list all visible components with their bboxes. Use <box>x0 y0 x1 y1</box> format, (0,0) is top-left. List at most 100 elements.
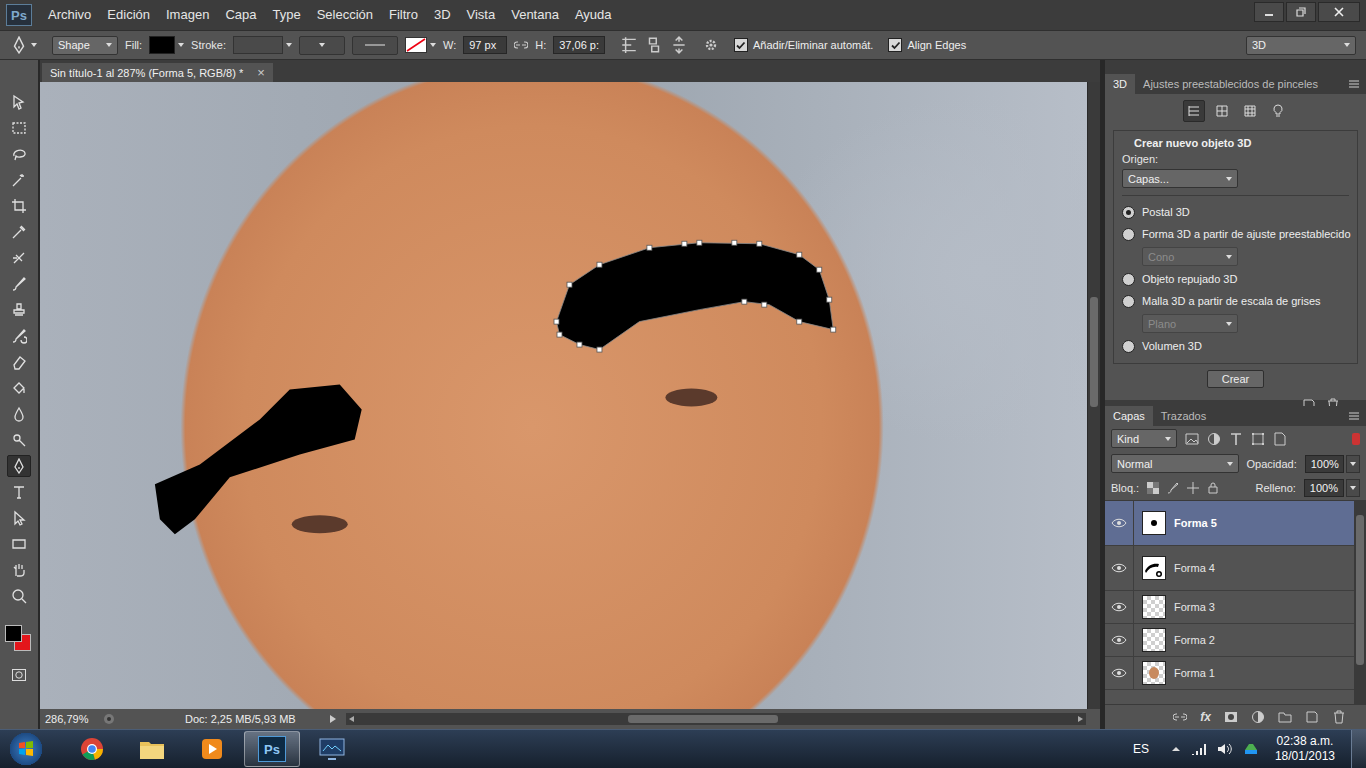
anchor-point[interactable] <box>557 332 562 337</box>
path-alignment-icon[interactable] <box>645 36 663 54</box>
radio-option[interactable]: Objeto repujado 3D <box>1122 270 1349 288</box>
panel-tab[interactable]: Ajustes preestablecidos de pinceles <box>1135 74 1326 94</box>
layer-name[interactable]: Forma 2 <box>1174 634 1215 646</box>
layer-row[interactable]: Forma 1 <box>1105 657 1354 690</box>
radio-button[interactable] <box>1122 228 1135 241</box>
radio-button[interactable] <box>1122 273 1135 286</box>
media-taskbar-button[interactable] <box>184 731 240 767</box>
menu-item[interactable]: 3D <box>426 0 459 30</box>
anchor-point[interactable] <box>697 240 702 245</box>
panel-tab[interactable]: Trazados <box>1153 406 1214 426</box>
fill-swatch[interactable] <box>149 36 184 54</box>
path-operations-icon[interactable] <box>620 36 638 54</box>
origin-select[interactable]: Capas... <box>1122 169 1238 188</box>
opacity-slider-button[interactable] <box>1346 455 1360 473</box>
anchor-point[interactable] <box>732 240 737 245</box>
layer-row[interactable]: Forma 3 <box>1105 591 1354 624</box>
show-hidden-icons-icon[interactable] <box>1171 744 1181 754</box>
3d-mode-button[interactable] <box>1267 100 1289 122</box>
tool-button[interactable] <box>7 247 31 269</box>
vertical-scrollbar[interactable] <box>1087 82 1100 709</box>
visibility-toggle[interactable] <box>1105 501 1134 545</box>
fill-slider-button[interactable] <box>1346 479 1360 497</box>
radio-option[interactable]: Forma 3D a partir de ajuste preestableci… <box>1122 225 1349 243</box>
minimize-button[interactable] <box>1254 2 1284 22</box>
tool-button[interactable] <box>7 169 31 191</box>
filter-kind-select[interactable]: Kind <box>1111 429 1177 448</box>
restore-button[interactable] <box>1286 2 1316 22</box>
layer-style-button[interactable]: fx <box>1200 710 1211 724</box>
radio-button[interactable] <box>1122 295 1135 308</box>
anchor-point[interactable] <box>797 319 802 324</box>
menu-item[interactable]: Capa <box>217 0 264 30</box>
tool-button[interactable] <box>7 507 31 529</box>
scroll-left-icon[interactable] <box>349 716 354 722</box>
tool-button[interactable] <box>7 377 31 399</box>
layer-row[interactable]: Forma 2 <box>1105 624 1354 657</box>
status-menu-icon[interactable] <box>330 715 336 723</box>
horizontal-scrollbar[interactable] <box>346 713 1086 725</box>
clock[interactable]: 02:38 a.m.18/01/2013 <box>1269 734 1341 764</box>
anchor-point[interactable] <box>597 262 602 267</box>
3d-mode-button[interactable] <box>1211 100 1233 122</box>
option-checkbox[interactable]: Añadir/Eliminar automát. <box>734 38 873 52</box>
radio-button[interactable] <box>1122 340 1135 353</box>
3d-mode-button[interactable] <box>1239 100 1261 122</box>
radio-option[interactable]: Postal 3D <box>1122 203 1349 221</box>
tool-button[interactable] <box>7 273 31 295</box>
signal-icon[interactable] <box>1191 742 1207 756</box>
height-field[interactable]: 37,06 p: <box>553 36 605 54</box>
layers-scrollbar[interactable] <box>1354 501 1366 704</box>
anchor-point[interactable] <box>797 252 802 257</box>
anchor-point[interactable] <box>577 342 582 347</box>
stroke-swatch[interactable] <box>233 36 292 54</box>
tool-button[interactable] <box>7 299 31 321</box>
panel-menu-icon[interactable] <box>1348 79 1360 89</box>
tool-button[interactable] <box>7 195 31 217</box>
shape-filter-icon[interactable] <box>1251 432 1265 446</box>
eyebrow-shape[interactable] <box>557 243 834 350</box>
photoshop-taskbar-button[interactable]: Ps <box>244 731 300 767</box>
stroke-width-select[interactable] <box>299 36 345 55</box>
monitor-taskbar-button[interactable] <box>304 731 360 767</box>
radio-button[interactable] <box>1122 206 1135 219</box>
menu-item[interactable]: Archivo <box>40 0 99 30</box>
trash-icon[interactable] <box>1332 710 1346 724</box>
visibility-toggle[interactable] <box>1105 657 1134 689</box>
start-button[interactable] <box>6 731 46 767</box>
anchor-point[interactable] <box>682 241 687 246</box>
anchor-point[interactable] <box>827 297 832 302</box>
close-tab-button[interactable]: × <box>257 66 265 79</box>
tool-button[interactable] <box>7 585 31 607</box>
checkbox-box[interactable] <box>734 38 748 52</box>
visibility-toggle[interactable] <box>1105 546 1134 590</box>
document-tab[interactable]: Sin título-1 al 287% (Forma 5, RGB/8) *× <box>42 63 273 82</box>
close-button[interactable] <box>1318 2 1360 22</box>
drive-icon[interactable] <box>1243 742 1259 756</box>
canvas[interactable] <box>40 82 1087 709</box>
language-indicator[interactable]: ES <box>1133 742 1149 756</box>
tool-mode-select[interactable]: Shape <box>52 36 118 55</box>
radio-option[interactable]: Volumen 3D <box>1122 337 1349 355</box>
tool-button[interactable] <box>7 455 31 477</box>
path-arrangement-icon[interactable] <box>670 36 688 54</box>
foreground-color-swatch[interactable] <box>5 625 22 642</box>
blend-mode-select[interactable]: Normal <box>1111 454 1239 473</box>
tool-button[interactable] <box>7 143 31 165</box>
layer-name[interactable]: Forma 1 <box>1174 667 1215 679</box>
tool-button[interactable] <box>7 559 31 581</box>
tool-button[interactable] <box>7 91 31 113</box>
group-folder-icon[interactable] <box>1278 710 1292 724</box>
link-icon[interactable] <box>514 38 528 52</box>
scroll-thumb[interactable] <box>1356 515 1364 665</box>
folder-taskbar-button[interactable] <box>124 731 180 767</box>
lock-position-icon[interactable] <box>1187 482 1199 494</box>
layer-name[interactable]: Forma 5 <box>1174 517 1217 529</box>
scroll-right-icon[interactable] <box>1078 716 1083 722</box>
menu-item[interactable]: Vista <box>459 0 504 30</box>
layer-name[interactable]: Forma 4 <box>1174 562 1215 574</box>
add-mask-icon[interactable] <box>1224 710 1238 724</box>
anchor-point[interactable] <box>762 302 767 307</box>
tool-button[interactable] <box>7 117 31 139</box>
layer-row[interactable]: Forma 4 <box>1105 546 1354 591</box>
